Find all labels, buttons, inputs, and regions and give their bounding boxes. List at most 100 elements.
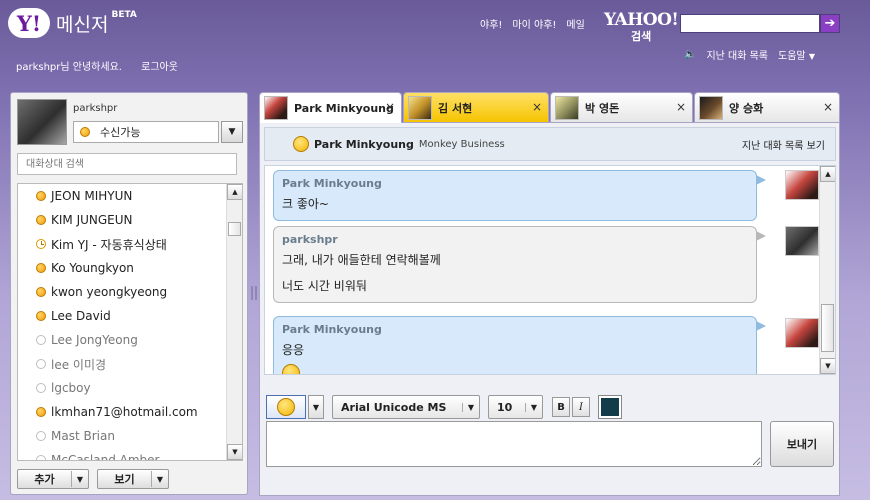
bold-button[interactable]: B bbox=[552, 397, 570, 417]
list-item[interactable]: KIM JUNGEUN bbox=[18, 208, 226, 232]
close-icon[interactable]: × bbox=[532, 100, 542, 114]
link-mail[interactable]: 메일 bbox=[566, 16, 584, 31]
yahoo-logo[interactable]: Y! bbox=[8, 8, 50, 38]
chat-scrollbar[interactable]: ▲ ▼ bbox=[819, 166, 835, 374]
contact-name: McCasland Amber bbox=[51, 453, 160, 461]
list-item[interactable]: lkmhan71@hotmail.com bbox=[18, 400, 226, 424]
view-button[interactable]: 보기 ▼ bbox=[97, 469, 169, 489]
send-button[interactable]: 보내기 bbox=[770, 421, 834, 467]
contact-name: kwon yeongkyeong bbox=[51, 285, 168, 299]
status-online-icon bbox=[36, 263, 46, 273]
emoticon-dropdown-button[interactable]: ▼ bbox=[308, 395, 324, 419]
status-online-icon bbox=[36, 191, 46, 201]
scroll-thumb[interactable] bbox=[228, 222, 241, 236]
avatar bbox=[408, 95, 432, 120]
status-offline-icon bbox=[36, 455, 46, 460]
web-search-input[interactable] bbox=[680, 14, 820, 33]
status-dropdown-button[interactable]: ▼ bbox=[221, 121, 243, 143]
list-item[interactable]: kwon yeongkyeong bbox=[18, 280, 226, 304]
close-icon[interactable]: × bbox=[676, 100, 686, 114]
list-item[interactable]: Ko Youngkyon bbox=[18, 256, 226, 280]
list-item[interactable]: Lee JongYeong bbox=[18, 328, 226, 352]
message-bubble: parkshpr 그래, 내가 애들한테 연락해볼께 너도 시간 비워둬 bbox=[273, 226, 766, 303]
emoticon-button[interactable] bbox=[266, 395, 306, 419]
tab-kim-seohyun[interactable]: 김 서현 × bbox=[403, 92, 549, 122]
chevron-down-icon[interactable]: ▼ bbox=[72, 475, 88, 484]
grin-icon bbox=[282, 364, 300, 374]
chat-log: Park Minkyoung 크 좋아~ parkshpr 그래, 내가 애들한… bbox=[264, 165, 836, 375]
tab-yang-seunghwa[interactable]: 양 승화 × bbox=[694, 92, 840, 122]
close-icon[interactable]: × bbox=[385, 100, 395, 114]
text-color-button[interactable] bbox=[598, 395, 622, 419]
search-go-button[interactable]: ➔ bbox=[820, 14, 840, 33]
help-link[interactable]: 도움말 ▼ bbox=[778, 47, 815, 62]
list-item[interactable]: Lee David bbox=[18, 304, 226, 328]
brand: Y! 메신저 BETA bbox=[8, 8, 137, 38]
list-item[interactable]: JEON MIHYUN bbox=[18, 184, 226, 208]
tab-label: 박 영돈 bbox=[585, 101, 620, 115]
list-item[interactable]: lgcboy bbox=[18, 376, 226, 400]
link-yahoo-home[interactable]: 야후! bbox=[480, 16, 502, 31]
tab-label: 양 승화 bbox=[729, 101, 764, 115]
panel-splitter[interactable] bbox=[251, 286, 257, 300]
status-select[interactable]: 수신가능 bbox=[73, 121, 219, 143]
app-title: 메신저 bbox=[56, 13, 109, 36]
contact-name: lkmhan71@hotmail.com bbox=[51, 405, 198, 419]
status-offline-icon bbox=[36, 431, 46, 441]
chat-panel: Park Minkyoung Monkey Business 지난 대화 목록 … bbox=[259, 122, 840, 496]
scroll-down-button[interactable]: ▼ bbox=[820, 358, 835, 374]
tab-park-minkyoung[interactable]: Park Minkyoung × bbox=[259, 92, 402, 123]
message-text: 그래, 내가 애들한테 연락해볼께 bbox=[282, 253, 441, 267]
contact-name: Mast Brian bbox=[51, 429, 115, 443]
close-icon[interactable]: × bbox=[823, 100, 833, 114]
chat-partner-name: Park Minkyoung bbox=[314, 137, 414, 151]
message-text: 응응 bbox=[282, 343, 305, 357]
font-family-select[interactable]: Arial Unicode MS ▼ bbox=[332, 395, 480, 419]
contact-scrollbar[interactable]: ▲ ▼ bbox=[226, 184, 242, 460]
yahoo-search-brand: YAHOO! bbox=[604, 10, 679, 30]
scroll-up-button[interactable]: ▲ bbox=[820, 166, 835, 182]
scroll-down-button[interactable]: ▼ bbox=[227, 444, 242, 460]
message-sender: parkshpr bbox=[282, 233, 338, 246]
list-item[interactable]: Mast Brian bbox=[18, 424, 226, 448]
status-offline-icon bbox=[36, 383, 46, 393]
italic-button[interactable]: I bbox=[572, 397, 590, 417]
tab-park-youngdon[interactable]: 박 영돈 × bbox=[550, 92, 693, 122]
chevron-down-icon[interactable]: ▼ bbox=[152, 475, 168, 484]
message-text: 크 좋아~ bbox=[282, 197, 329, 211]
list-item[interactable]: Kim YJ - 자동휴식상태 bbox=[18, 232, 226, 256]
list-item[interactable]: McCasland Amber bbox=[18, 448, 226, 461]
add-button[interactable]: 추가 ▼ bbox=[17, 469, 89, 489]
avatar bbox=[785, 170, 819, 200]
history-link[interactable]: 지난 대화 목록 bbox=[706, 47, 768, 62]
arrow-right-icon: ➔ bbox=[824, 16, 836, 31]
color-swatch bbox=[601, 398, 619, 416]
scroll-thumb[interactable] bbox=[821, 304, 834, 352]
font-size-select[interactable]: 10 ▼ bbox=[488, 395, 543, 419]
tab-label: Park Minkyoung bbox=[294, 101, 394, 115]
link-my-yahoo[interactable]: 마이 야후! bbox=[512, 16, 556, 31]
contact-name: JEON MIHYUN bbox=[51, 189, 133, 203]
view-button-label: 보기 bbox=[98, 471, 152, 487]
view-history-link[interactable]: 지난 대화 목록 보기 bbox=[742, 137, 825, 152]
contact-search-input[interactable] bbox=[17, 153, 237, 175]
chat-header: Park Minkyoung Monkey Business 지난 대화 목록 … bbox=[264, 127, 836, 161]
contact-name: Ko Youngkyon bbox=[51, 261, 134, 275]
scroll-up-button[interactable]: ▲ bbox=[227, 184, 242, 200]
speaker-icon[interactable]: 🔈 bbox=[684, 49, 696, 60]
list-item[interactable]: lee 이미경 bbox=[18, 352, 226, 376]
utility-links: 🔈 지난 대화 목록 도움말 ▼ bbox=[684, 47, 815, 62]
chat-partner-status-message: Monkey Business bbox=[418, 138, 505, 150]
smiley-icon bbox=[277, 398, 295, 416]
chevron-down-icon: ▼ bbox=[808, 52, 815, 61]
status-online-icon bbox=[36, 287, 46, 297]
status-label: 수신가능 bbox=[100, 126, 141, 139]
tab-label: 김 서현 bbox=[438, 101, 473, 115]
message-text: 너도 시간 비워둬 bbox=[282, 279, 367, 293]
chevron-down-icon: ▼ bbox=[524, 402, 537, 412]
logout-link[interactable]: 로그아웃 bbox=[141, 62, 178, 73]
avatar[interactable] bbox=[17, 99, 67, 145]
status-offline-icon bbox=[36, 335, 46, 345]
message-input[interactable] bbox=[266, 421, 762, 467]
contact-list-box: JEON MIHYUN KIM JUNGEUN Kim YJ - 자동휴식상태 Ko … bbox=[17, 183, 243, 461]
